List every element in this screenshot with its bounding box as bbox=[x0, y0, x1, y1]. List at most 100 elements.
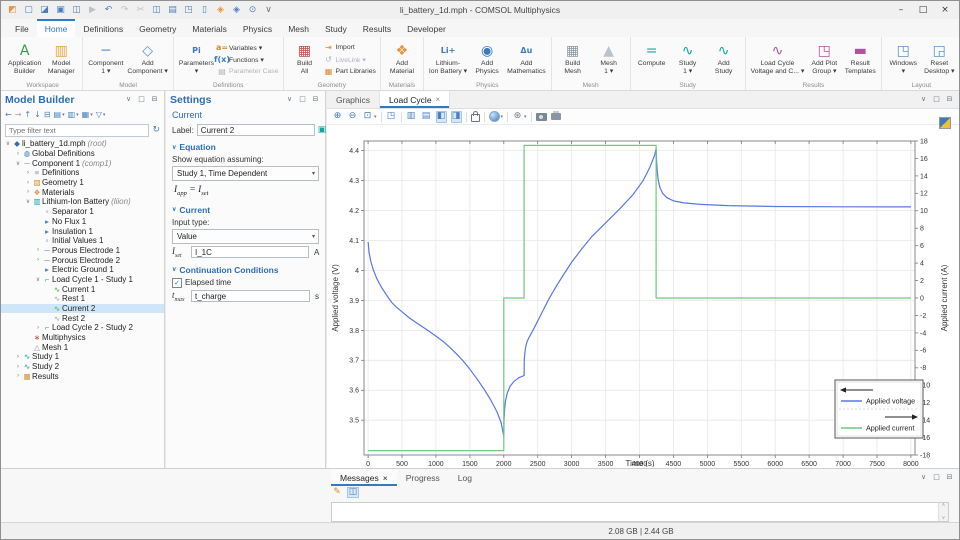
add-study-button[interactable]: ∿AddStudy bbox=[706, 39, 742, 77]
panel-float-icon[interactable]: □ bbox=[931, 94, 942, 105]
tree-item-study-2[interactable]: ›∿Study 2 bbox=[1, 362, 164, 372]
tree-item-rest-2[interactable]: ∿Rest 2 bbox=[1, 313, 164, 323]
tree-item-component-1[interactable]: ∨─Component 1(comp1) bbox=[1, 158, 164, 168]
menu-tab-results[interactable]: Results bbox=[355, 19, 399, 37]
tree-item-results[interactable]: ›▦Results bbox=[1, 372, 164, 382]
zoom-extents-icon[interactable]: ◳ bbox=[386, 111, 397, 123]
lock-axes-icon[interactable] bbox=[471, 114, 480, 122]
menu-tab-definitions[interactable]: Definitions bbox=[75, 19, 131, 37]
compact-history-icon[interactable]: ◈ bbox=[214, 4, 227, 17]
label-input[interactable] bbox=[197, 124, 315, 136]
tree-item-initial-values-1[interactable]: ▫Initial Values 1 bbox=[1, 236, 164, 246]
tree-filter-input[interactable] bbox=[5, 124, 149, 137]
add-mathematics-button[interactable]: ΔuAddMathematics bbox=[505, 39, 548, 77]
messages-content[interactable]: ∧ ∨ bbox=[331, 502, 949, 522]
lithium-ion-battery-button[interactable]: Li+Lithium-Ion Battery ▾ bbox=[427, 39, 469, 77]
menu-tab-physics[interactable]: Physics bbox=[235, 19, 280, 37]
menu-tab-study[interactable]: Study bbox=[317, 19, 355, 37]
panel-dock-icon[interactable]: ⊟ bbox=[944, 472, 955, 483]
messages-scrollbar[interactable]: ∧ ∨ bbox=[938, 503, 948, 521]
tree-item-separator-1[interactable]: ▫Separator 1 bbox=[1, 207, 164, 217]
menu-tab-materials[interactable]: Materials bbox=[184, 19, 234, 37]
tree-item-no-flux-1[interactable]: ▸No Flux 1 bbox=[1, 217, 164, 227]
scroll-down-icon[interactable]: ∨ bbox=[942, 516, 946, 521]
tree-expander-icon[interactable]: › bbox=[14, 364, 22, 370]
tab-progress[interactable]: Progress bbox=[397, 469, 449, 486]
panel-dock-icon[interactable]: ⊟ bbox=[149, 94, 160, 105]
tab-close-icon[interactable]: × bbox=[436, 95, 441, 104]
show-grid-icon[interactable]: ▥ bbox=[406, 111, 417, 123]
application-builder-button[interactable]: AApplicationBuilder bbox=[6, 39, 43, 77]
panel-float-icon[interactable]: □ bbox=[136, 94, 147, 105]
tree-item-geometry-1[interactable]: ›▧Geometry 1 bbox=[1, 178, 164, 188]
tree-expander-icon[interactable]: ∨ bbox=[24, 198, 32, 205]
panel-float-icon[interactable]: □ bbox=[931, 472, 942, 483]
duplicate-icon[interactable]: ◳ bbox=[182, 4, 195, 17]
build-all-button[interactable]: ▦BuildAll bbox=[287, 39, 323, 77]
tree-item-electric-ground-1[interactable]: ▸Electric Ground 1 bbox=[1, 265, 164, 275]
plot-settings-gear-icon[interactable]: ⊛ bbox=[512, 111, 523, 123]
tree-expander-icon[interactable]: › bbox=[14, 373, 22, 379]
menu-tab-developer[interactable]: Developer bbox=[399, 19, 454, 37]
tab-log[interactable]: Log bbox=[449, 469, 481, 486]
delete-icon[interactable]: ▯ bbox=[198, 4, 211, 17]
menu-tab-home[interactable]: Home bbox=[37, 19, 76, 37]
comsol-logo[interactable]: ◩ bbox=[6, 4, 19, 17]
livelink-button[interactable]: ↺LiveLink ▾ bbox=[324, 54, 376, 65]
panel-collapse-icon[interactable]: ∨ bbox=[284, 94, 295, 105]
tree-expander-icon[interactable]: › bbox=[34, 257, 42, 263]
study-1-button[interactable]: ∿Study1 ▾ bbox=[670, 39, 706, 77]
undo-icon[interactable]: ↶ bbox=[102, 4, 115, 17]
tree-item-lithium-ion-battery[interactable]: ∨▥Lithium-Ion Battery(liion) bbox=[1, 197, 164, 207]
equation-section-header[interactable]: ∨ Equation bbox=[166, 137, 325, 154]
component-1-button[interactable]: ─Component1 ▾ bbox=[86, 39, 125, 77]
rename-label-icon[interactable]: ▣ bbox=[318, 126, 327, 135]
load-cycle-voltage-button[interactable]: ∿Load CycleVoltage and C... ▾ bbox=[749, 39, 807, 77]
move-up-icon[interactable]: ↑ bbox=[24, 111, 31, 119]
panel-collapse-icon[interactable]: ∨ bbox=[918, 472, 929, 483]
add-material-button[interactable]: ❖AddMaterial bbox=[384, 39, 420, 77]
paste-icon[interactable]: ▤ bbox=[166, 4, 179, 17]
move-down-icon[interactable]: ↓ bbox=[34, 111, 41, 119]
panel-dock-icon[interactable]: ⊟ bbox=[944, 94, 955, 105]
run-icon[interactable]: ▶ bbox=[86, 4, 99, 17]
functions-button[interactable]: f(x)Functions ▾ bbox=[217, 54, 279, 65]
tab-close-icon[interactable]: × bbox=[383, 473, 388, 483]
open-file-icon[interactable]: ◪ bbox=[38, 4, 51, 17]
zoom-box-icon[interactable]: ⊡ bbox=[362, 111, 373, 123]
current-section-header[interactable]: ∨ Current bbox=[166, 200, 325, 217]
equation-assuming-dropdown[interactable]: Study 1, Time Dependent ▾ bbox=[172, 166, 319, 181]
minimize-icon[interactable]: – bbox=[891, 3, 911, 17]
group-nodes-icon[interactable]: ▦ bbox=[82, 111, 90, 119]
panel-dock-icon[interactable]: ⊟ bbox=[310, 94, 321, 105]
tree-item-study-1[interactable]: ›∿Study 1 bbox=[1, 352, 164, 362]
color-theme-icon[interactable] bbox=[489, 111, 500, 122]
copy-messages-icon[interactable]: ◫ bbox=[347, 487, 359, 498]
tree-item-current-2[interactable]: ∿Current 2 bbox=[1, 304, 164, 314]
save-as-icon[interactable]: ◫ bbox=[70, 4, 83, 17]
tree-expander-icon[interactable]: › bbox=[34, 325, 42, 331]
iset-input[interactable] bbox=[191, 246, 309, 258]
refresh-icon[interactable]: ↻ bbox=[152, 126, 160, 135]
tree-item-insulation-1[interactable]: ▸Insulation 1 bbox=[1, 226, 164, 236]
parameters-button[interactable]: PiParameters▾ bbox=[177, 39, 216, 77]
add-plot-group-button[interactable]: ◳Add PlotGroup ▾ bbox=[806, 39, 842, 77]
snapshot-camera-icon[interactable] bbox=[536, 113, 547, 121]
new-file-icon[interactable]: ▢ bbox=[22, 4, 35, 17]
tree-expander-icon[interactable]: ∨ bbox=[14, 160, 22, 167]
part-libraries-button[interactable]: ▦Part Libraries bbox=[324, 66, 376, 77]
tree-item-porous-electrode-2[interactable]: ›─Porous Electrode 2 bbox=[1, 255, 164, 265]
show-hide-nodes-icon[interactable]: ▥ bbox=[68, 111, 76, 119]
redo-icon[interactable]: ↷ bbox=[118, 4, 131, 17]
tree-item-rest-1[interactable]: ∿Rest 1 bbox=[1, 294, 164, 304]
reset-desktop-button[interactable]: ◲ResetDesktop ▾ bbox=[921, 39, 957, 77]
clear-messages-icon[interactable]: ✎ bbox=[331, 487, 343, 498]
cut-icon[interactable]: ✂ bbox=[134, 4, 147, 17]
copy-icon[interactable]: ◫ bbox=[150, 4, 163, 17]
import-button[interactable]: ⇥Import bbox=[324, 42, 376, 53]
mesh-1-button[interactable]: ▲Mesh1 ▾ bbox=[591, 39, 627, 77]
plot-window-right-icon[interactable]: ◨ bbox=[451, 111, 462, 123]
tree-item-porous-electrode-1[interactable]: ›─Porous Electrode 1 bbox=[1, 246, 164, 256]
tree-item-materials[interactable]: ›❖Materials bbox=[1, 187, 164, 197]
zoom-in-icon[interactable]: ⊕ bbox=[332, 111, 343, 123]
